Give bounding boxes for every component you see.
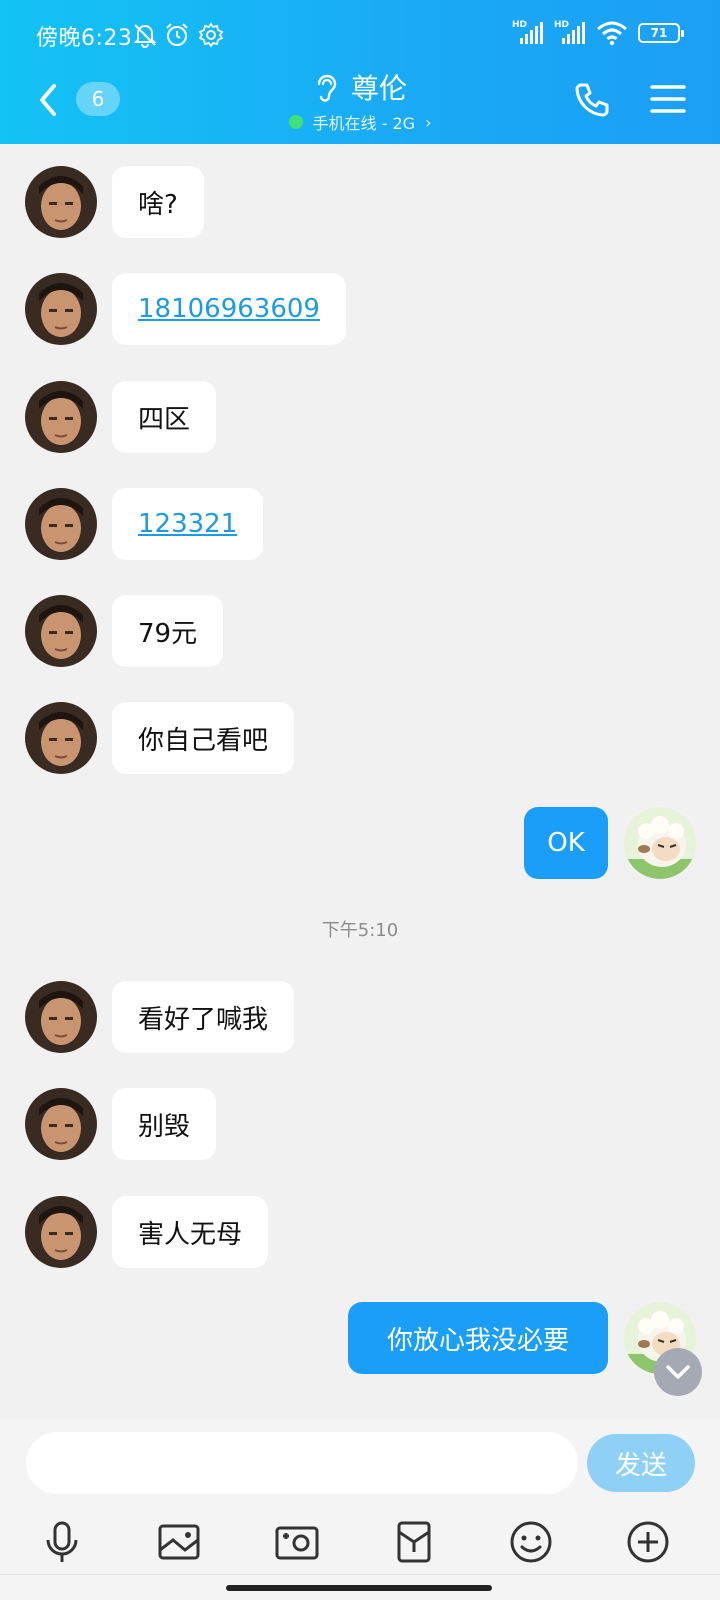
scroll-to-bottom-button[interactable] [654,1348,702,1396]
battery-icon: 71 [638,23,684,43]
signal-icon: HD [554,20,586,46]
chat-title-block[interactable]: 尊伦 手机在线 - 2G › [0,70,720,134]
settings-gear-icon [198,22,224,48]
online-status-text: 手机在线 - 2G [312,114,416,133]
my-avatar[interactable] [624,807,696,879]
contact-avatar[interactable] [25,595,97,667]
my-message-bubble[interactable]: 你放心我没必要 [348,1302,608,1374]
nav-bar: 6 尊伦 手机在线 - 2G › [0,70,720,144]
alarm-icon [166,23,188,46]
plus-icon[interactable] [624,1518,672,1566]
ear-icon [317,74,337,102]
contact-avatar[interactable] [25,1088,97,1160]
image-icon[interactable] [155,1518,203,1566]
message-bubble[interactable]: 看好了喊我 [112,981,295,1053]
home-indicator[interactable] [226,1585,492,1591]
message-bubble[interactable]: 四区 [112,381,217,453]
signal-icon: HD [512,20,544,46]
contact-avatar[interactable] [25,488,97,560]
message-bubble[interactable]: 啥? [112,166,204,238]
send-button[interactable]: 发送 [587,1434,695,1492]
contact-avatar[interactable] [25,981,97,1053]
chevron-right-icon: › [425,112,432,132]
number-link[interactable]: 123321 [138,509,237,539]
message-bubble[interactable]: 别毁 [112,1088,217,1160]
status-time: 傍晚6:23 [36,26,133,51]
my-message-bubble[interactable]: OK [524,807,608,879]
wifi-icon [597,21,627,46]
message-bubble-link[interactable]: 18106963609 [112,273,346,345]
online-dot [288,115,303,129]
status-bar: 傍晚6:23 HD HD 71 [0,0,720,70]
input-toolbar [0,1518,720,1578]
camera-icon[interactable] [273,1518,321,1566]
menu-icon[interactable] [650,82,686,116]
online-status[interactable]: 手机在线 - 2G › [0,110,720,134]
message-bubble[interactable]: 79元 [112,595,224,667]
status-right-cluster: HD HD 71 [512,20,684,46]
phone-call-icon[interactable] [572,80,612,120]
contact-avatar[interactable] [25,702,97,774]
divider [0,1574,720,1575]
phone-number-link[interactable]: 18106963609 [138,294,320,324]
microphone-icon[interactable] [38,1518,86,1566]
contact-avatar[interactable] [25,381,97,453]
contact-avatar[interactable] [25,273,97,345]
contact-avatar[interactable] [25,1196,97,1268]
time-divider: 下午5:10 [321,920,399,941]
chevron-down-icon [666,1365,690,1379]
contact-avatar[interactable] [25,166,97,238]
message-bubble[interactable]: 你自己看吧 [112,702,295,774]
input-bar: 发送 [0,1418,720,1600]
message-bubble[interactable]: 害人无母 [112,1196,269,1268]
mute-bell-icon [133,24,157,48]
message-list[interactable]: 啥? 18106963609 四区 123321 79元 你自己看吧 OK 下午… [0,144,720,1418]
chat-title: 尊伦 [350,72,407,105]
red-packet-icon[interactable] [390,1518,438,1566]
message-bubble-link[interactable]: 123321 [112,488,264,560]
chat-header: 傍晚6:23 HD HD 71 6 尊伦 手机在线 - 2G › [0,0,720,144]
message-input[interactable] [26,1432,578,1494]
emoji-icon[interactable] [507,1518,555,1566]
